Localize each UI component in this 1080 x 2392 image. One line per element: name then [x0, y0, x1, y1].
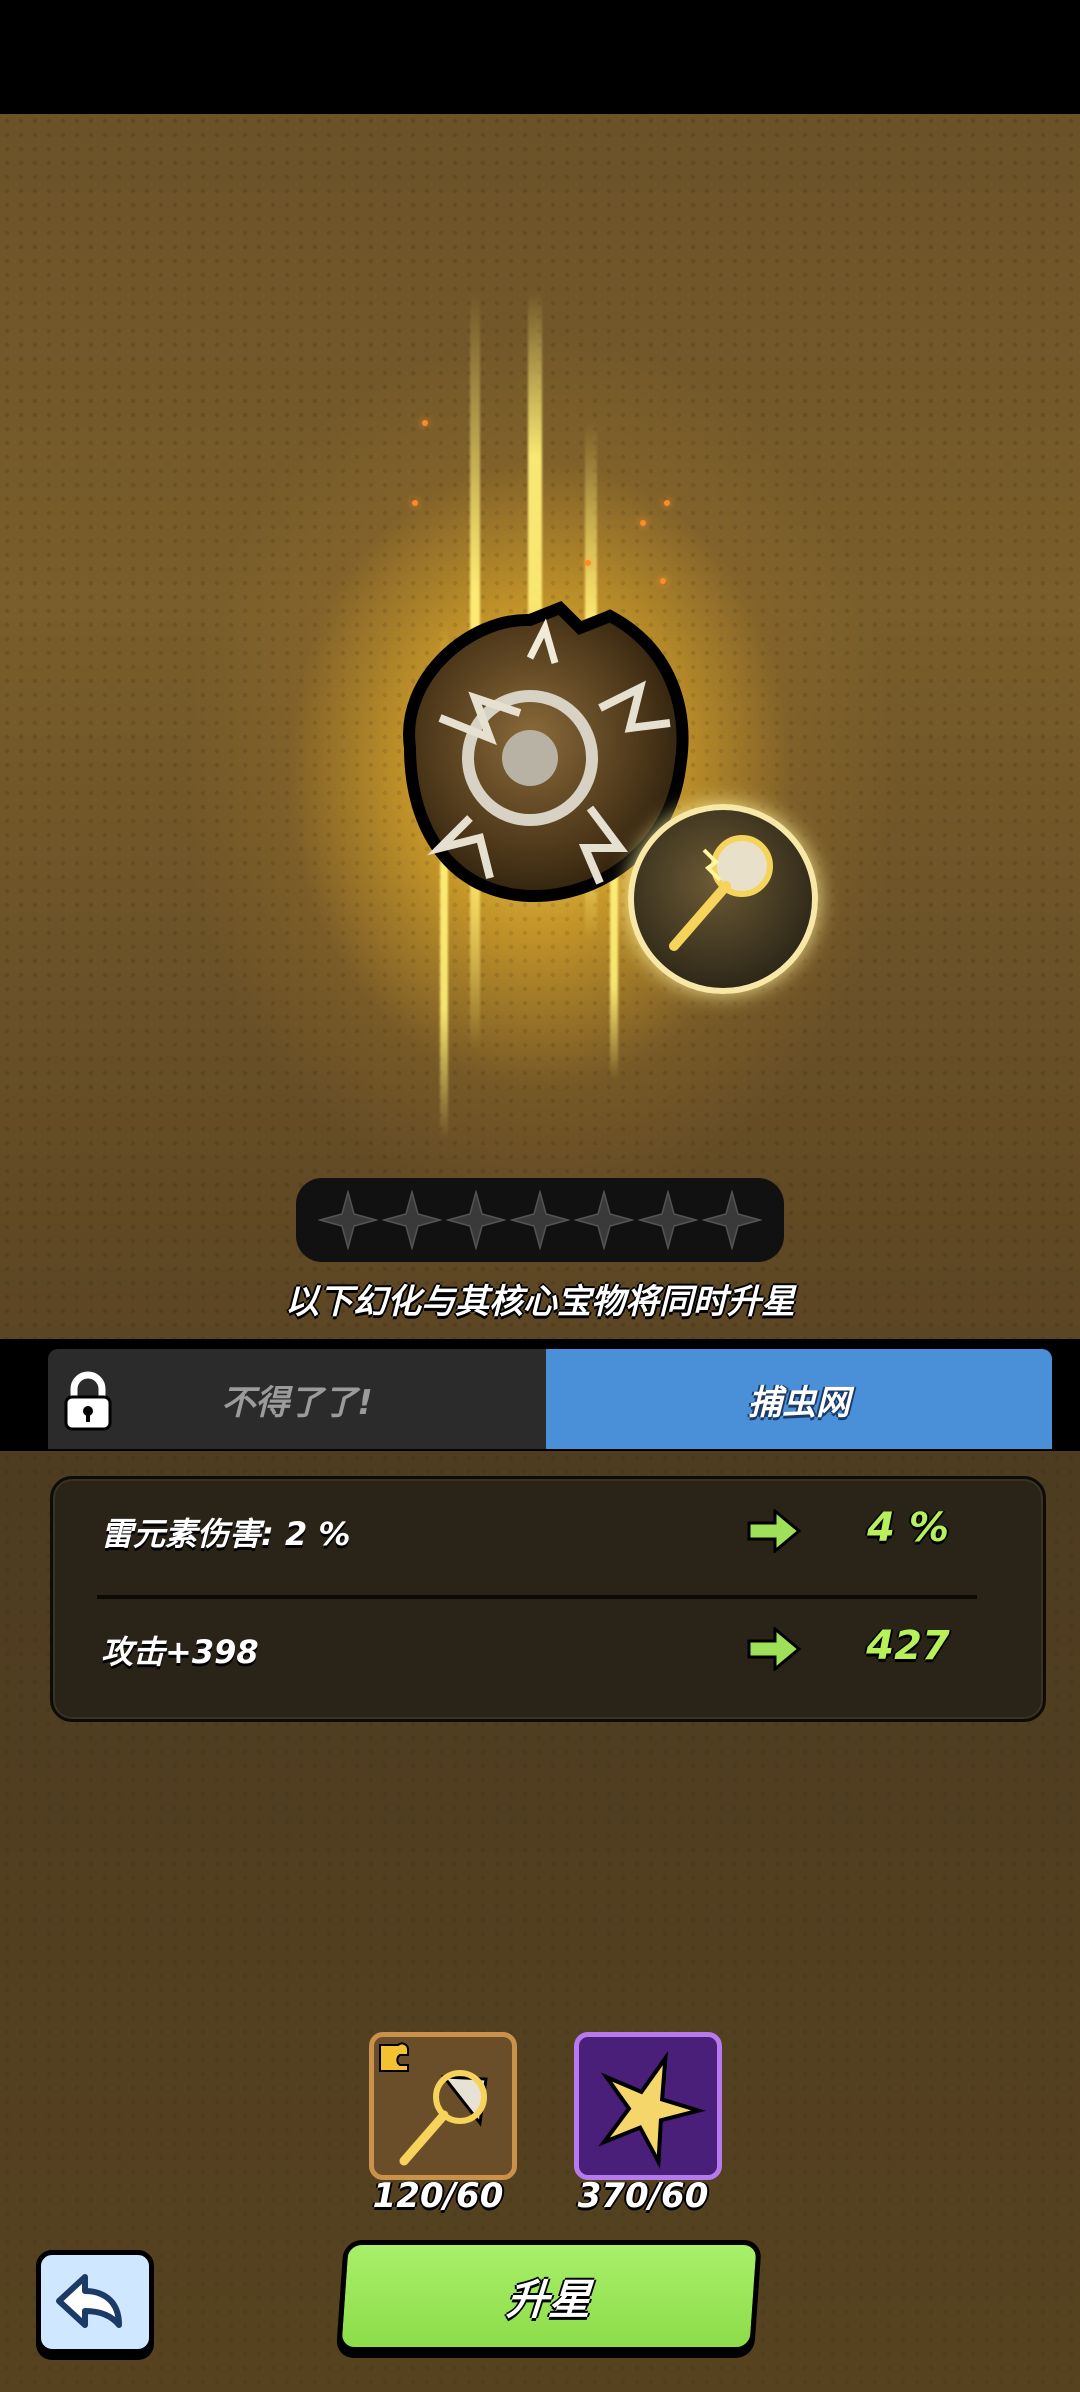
upgrade-star-button[interactable]: 升星 [336, 2240, 762, 2352]
material-star-stone[interactable] [574, 2032, 722, 2180]
lock-icon [64, 1371, 112, 1431]
upgrade-screen: 以下幻化与其核心宝物将同时升星 不得了了! 捕虫网 雷元素伤害: 2 % 4 % [0, 0, 1080, 2392]
bug-net-treasure-icon [628, 804, 818, 994]
material-count: 370/60 [577, 2176, 709, 2216]
upgrade-notice: 以下幻化与其核心宝物将同时升星 [285, 1282, 795, 1322]
stat-label: 雷元素伤害: 2 % [101, 1515, 351, 1553]
tab-bar: 不得了了! 捕虫网 [0, 1339, 1080, 1451]
star-empty-icon [574, 1190, 634, 1250]
tab-locked-costume[interactable]: 不得了了! [48, 1349, 546, 1449]
spark-particle [422, 420, 428, 426]
star-empty-icon [638, 1190, 698, 1250]
star-empty-icon [382, 1190, 442, 1250]
material-count: 120/60 [372, 2176, 504, 2216]
star-empty-icon [446, 1190, 506, 1250]
back-arrow-icon [56, 2274, 122, 2328]
bug-net-shard-icon [379, 2042, 488, 2166]
stat-next-value: 4 % [867, 1505, 949, 1551]
star-empty-icon [318, 1190, 378, 1250]
spark-particle [412, 500, 418, 506]
arrow-right-icon [747, 1509, 801, 1553]
stat-row: 攻击+398 427 [53, 1597, 1043, 1707]
material-bug-net-shard[interactable] [369, 2032, 517, 2180]
gold-star-icon [598, 2050, 706, 2170]
arrow-right-icon [747, 1627, 801, 1671]
stat-label: 攻击+398 [101, 1633, 259, 1671]
star-rating-bar [296, 1178, 784, 1262]
spark-particle [660, 578, 666, 584]
stat-next-value: 427 [866, 1623, 950, 1669]
status-bar-area [0, 0, 1080, 114]
tab-label: 不得了了! [221, 1382, 373, 1423]
stat-row: 雷元素伤害: 2 % 4 % [53, 1479, 1043, 1599]
back-button[interactable] [36, 2250, 154, 2354]
spark-particle [585, 560, 591, 566]
tab-bug-net[interactable]: 捕虫网 [546, 1349, 1052, 1449]
tab-label: 捕虫网 [748, 1382, 850, 1423]
spark-particle [640, 520, 646, 526]
stats-panel: 雷元素伤害: 2 % 4 % 攻击+398 427 [50, 1476, 1046, 1722]
star-empty-icon [510, 1190, 570, 1250]
spark-particle [664, 500, 670, 506]
star-empty-icon [702, 1190, 762, 1250]
upgrade-label: 升星 [505, 2274, 593, 2324]
